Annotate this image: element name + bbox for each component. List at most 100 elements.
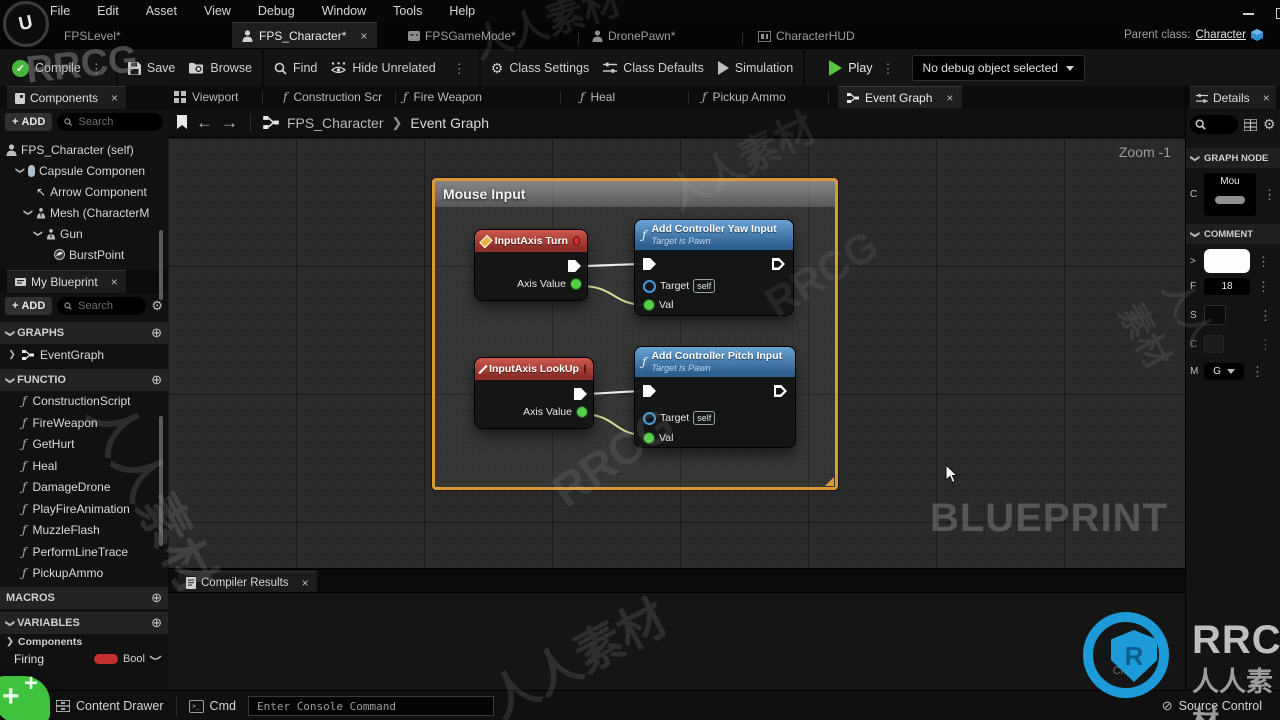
add-blueprint-item-button[interactable]: + ADD [5, 297, 53, 315]
tree-item-capsule[interactable]: ❯ Capsule Componen [6, 160, 168, 181]
exec-in-pin[interactable] [643, 385, 656, 397]
function-item[interactable]: ƒ ConstructionScript [0, 391, 168, 413]
console-command-input[interactable] [247, 696, 494, 716]
content-drawer-button[interactable]: Content Drawer [56, 699, 164, 713]
tab-construction-script[interactable]: ƒ Construction Scr [283, 90, 387, 104]
functions-section-header[interactable]: ❯ FUNCTIO ⊕ [0, 368, 168, 391]
chevron-down-icon[interactable]: ❯ [33, 230, 44, 238]
node-add-controller-pitch[interactable]: ƒ Add Controller Pitch Input Target is P… [635, 347, 795, 447]
cmd-button[interactable]: >_ Cmd [188, 699, 236, 713]
target-pin[interactable]: Target self [643, 411, 716, 425]
chevron-right-icon[interactable]: ❯ [8, 349, 16, 360]
add-function-icon[interactable]: ⊕ [151, 372, 162, 388]
variable-item-firing[interactable]: Firing Bool [0, 649, 168, 668]
function-item[interactable]: ƒ GetHurt [0, 434, 168, 456]
class-defaults-button[interactable]: Class Defaults [603, 61, 704, 75]
menu-edit[interactable]: Edit [97, 4, 119, 18]
tree-item-burstpoint[interactable]: BurstPoint [6, 244, 168, 265]
graph-canvas[interactable]: Zoom -1 Mouse Input InputAxis Turn Axis … [168, 138, 1185, 568]
close-tab-icon[interactable]: × [111, 275, 118, 289]
row-options-icon[interactable]: ⋮ [1254, 255, 1273, 268]
tab-pickup-ammo[interactable]: ƒ Pickup Ammo [702, 90, 786, 104]
tree-item-arrow[interactable]: ↖ Arrow Component [6, 181, 168, 202]
exec-out-pin[interactable] [568, 260, 581, 272]
tab-viewport[interactable]: Viewport [174, 90, 238, 104]
tab-fire-weapon[interactable]: ƒ Fire Weapon [403, 90, 482, 104]
mode-dropdown[interactable]: G [1204, 363, 1244, 380]
graph-node-section-header[interactable]: ❯ GRAPH NODE [1186, 148, 1280, 168]
bookmark-icon[interactable] [176, 115, 188, 130]
tree-item-mesh[interactable]: ❯ Mesh (CharacterM [6, 202, 168, 223]
comment-section-header[interactable]: ❯ COMMENT [1186, 224, 1280, 244]
scrollbar[interactable] [159, 416, 163, 546]
exec-out-pin[interactable] [772, 258, 785, 270]
tab-heal[interactable]: ƒ Heal [580, 90, 615, 104]
tab-event-graph[interactable]: Event Graph × [838, 86, 963, 109]
tree-item-gun[interactable]: ❯ Gun [6, 223, 168, 244]
function-item[interactable]: ƒ Heal [0, 455, 168, 477]
tab-details[interactable]: Details × [1190, 86, 1276, 109]
eventgraph-item[interactable]: ❯ EventGraph [0, 344, 168, 366]
menu-debug[interactable]: Debug [258, 4, 295, 18]
forward-arrow-icon[interactable]: → [221, 114, 238, 131]
tab-components[interactable]: Components × [7, 86, 127, 109]
myblueprint-search-input[interactable] [76, 299, 140, 313]
macros-section-header[interactable]: MACROS ⊕ [0, 587, 168, 609]
hide-options-icon[interactable]: ⋮ [450, 62, 469, 75]
chevron-down-icon[interactable]: ❯ [23, 209, 34, 217]
target-pin[interactable]: Target self [643, 279, 716, 293]
browse-button[interactable]: Browse [189, 61, 252, 75]
font-size-field[interactable]: 18 [1204, 278, 1250, 295]
close-tab-icon[interactable]: × [946, 91, 953, 105]
myblueprint-search[interactable] [57, 297, 147, 315]
val-pin[interactable]: Val [643, 299, 673, 311]
function-item[interactable]: ƒ PlayFireAnimation [0, 498, 168, 520]
variable-category[interactable]: ❯ Components [0, 634, 168, 649]
val-pin[interactable]: Val [643, 432, 673, 444]
details-search[interactable] [1190, 115, 1238, 134]
close-tab-icon[interactable]: × [111, 91, 118, 105]
parent-class-link[interactable]: Character [1195, 29, 1246, 41]
tab-fpslevel[interactable]: FPSLevel* [64, 29, 121, 43]
row-options-icon[interactable]: ⋮ [1256, 309, 1275, 322]
row-options-icon[interactable]: ⋮ [1254, 280, 1273, 293]
components-search-input[interactable] [76, 115, 156, 129]
node-inputaxis-turn[interactable]: InputAxis Turn Axis Value [475, 230, 587, 300]
save-button[interactable]: Save [127, 61, 175, 75]
row-options-icon[interactable]: ⋮ [1248, 365, 1267, 378]
play-button[interactable]: Play ⋮ [829, 60, 897, 76]
function-item[interactable]: ƒ DamageDrone [0, 477, 168, 499]
class-settings-button[interactable]: ⚙ Class Settings [491, 60, 589, 77]
menu-asset[interactable]: Asset [146, 4, 177, 18]
function-item[interactable]: ƒ PerformLineTrace [0, 541, 168, 563]
close-tab-icon[interactable]: × [302, 576, 309, 590]
eye-closed-icon[interactable] [149, 655, 162, 662]
tab-fpsgamemode[interactable]: FPSGameMode* [408, 29, 516, 43]
minimize-icon[interactable] [1243, 12, 1255, 15]
tree-item-self[interactable]: FPS_Character (self) [6, 139, 168, 160]
restore-icon[interactable] [1276, 8, 1280, 19]
add-variable-icon[interactable]: ⊕ [151, 615, 162, 631]
menu-help[interactable]: Help [449, 4, 475, 18]
find-button[interactable]: Find [274, 61, 317, 75]
axis-value-pin[interactable]: Axis Value [523, 406, 588, 418]
add-component-button[interactable]: + ADD [5, 113, 53, 131]
axis-value-pin[interactable]: Axis Value [517, 278, 582, 290]
menu-file[interactable]: File [50, 4, 70, 18]
exec-out-pin[interactable] [774, 385, 787, 397]
hide-unrelated-button[interactable]: Hide Unrelated [331, 61, 436, 75]
node-add-controller-yaw[interactable]: ƒ Add Controller Yaw Input Target is Paw… [635, 220, 793, 315]
comment-text-field[interactable]: Mou [1204, 173, 1256, 216]
filter-gear-icon[interactable]: ⚙ [151, 298, 163, 314]
add-graph-icon[interactable]: ⊕ [151, 325, 162, 341]
menu-window[interactable]: Window [322, 4, 366, 18]
function-item[interactable]: ƒ FireWeapon [0, 412, 168, 434]
menu-tools[interactable]: Tools [393, 4, 422, 18]
add-macro-icon[interactable]: ⊕ [151, 590, 162, 606]
table-icon[interactable] [1244, 118, 1257, 131]
exec-out-pin[interactable] [574, 388, 587, 400]
row-options-icon[interactable]: ⋮ [1256, 338, 1275, 351]
breadcrumb-root[interactable]: FPS_Character [287, 115, 383, 131]
close-tab-icon[interactable]: × [360, 29, 367, 43]
components-search[interactable] [57, 113, 163, 131]
